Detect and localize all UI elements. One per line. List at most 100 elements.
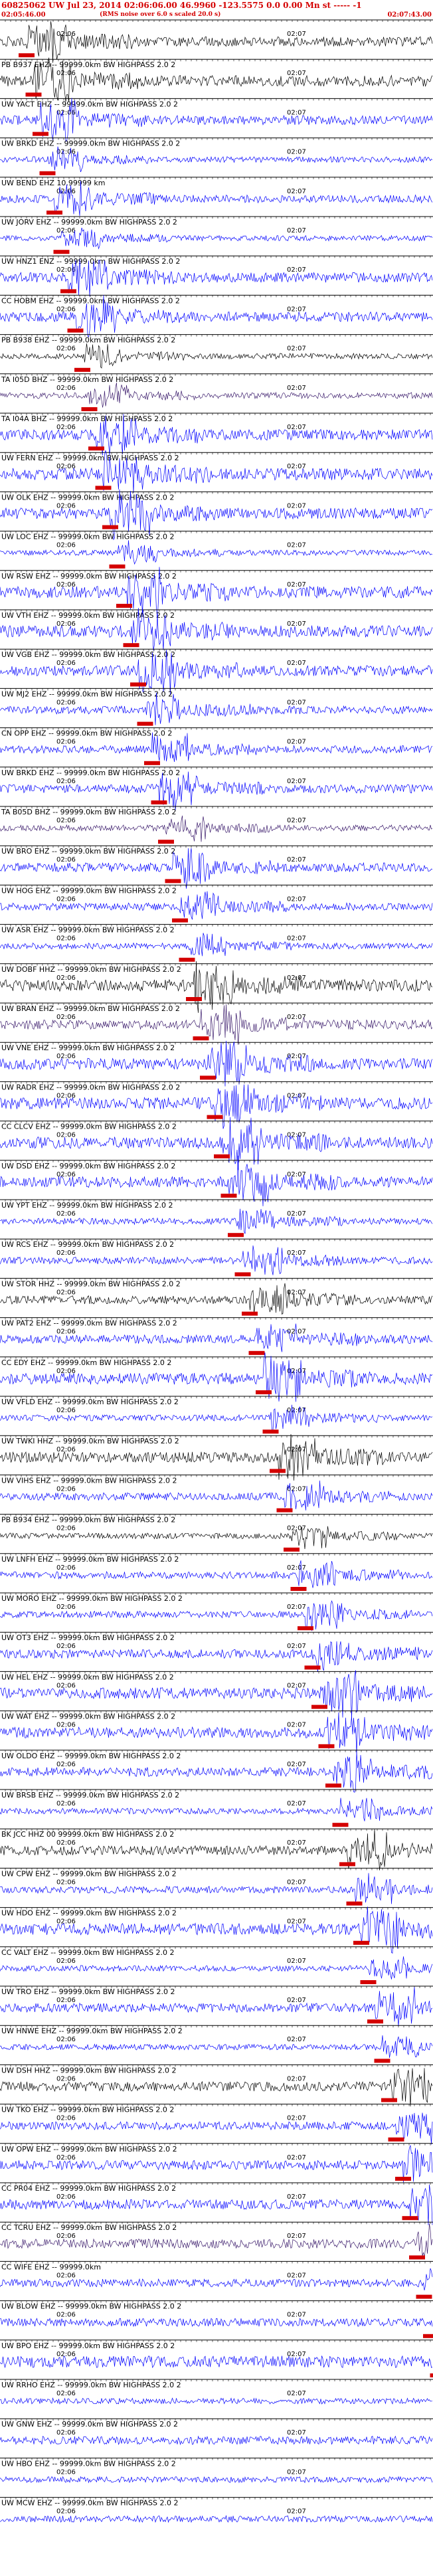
pick-marker	[186, 997, 202, 1001]
station-label: CC CLCV EHZ -- 99999.0km BW HIGHPASS 2.0…	[1, 1123, 177, 1131]
tick-label: 02:06	[56, 1525, 76, 1532]
trace-row: UW VIHS EHZ -- 99999.0km BW HIGHPASS 2.0…	[0, 1474, 433, 1513]
station-label: UW TKO EHZ -- 99999.0km BW HIGHPASS 2.0 …	[1, 2106, 174, 2114]
tick-label: 02:06	[56, 1918, 76, 1926]
tick-label: 02:07	[287, 1249, 306, 1257]
pick-marker	[332, 1823, 349, 1827]
trace-row: UW TWKI HHZ -- 99999.0km BW HIGHPASS 2.0…	[0, 1433, 433, 1481]
station-label: UW MORO EHZ -- 99999.0km BW HIGHPASS 2.0…	[1, 1594, 183, 1603]
tick-label: 02:07	[287, 699, 306, 706]
tick-label: 02:06	[56, 1879, 76, 1886]
pick-marker	[33, 132, 48, 136]
station-label: UW DSD EHZ -- 99999.0km BW HIGHPASS 2.0 …	[1, 1162, 175, 1170]
trace-row: TA B05D BHZ -- 99999.0km BW HIGHPASS 2.0…	[0, 806, 433, 844]
pick-marker	[130, 682, 146, 687]
pick-marker	[172, 918, 188, 923]
pick-marker	[88, 446, 104, 451]
trace-row: UW DSH HHZ -- 99999.0km BW HIGHPASS 2.0 …	[0, 2064, 433, 2107]
waveform	[0, 21, 433, 63]
tick-label: 02:07	[287, 2154, 306, 2162]
trace-row: UW HNZ1 ENZ -- 99999.0km BW HIGHPASS 2.0…	[0, 255, 433, 297]
station-label: UW BEND EHZ 10.99999 km	[1, 179, 105, 187]
tick-label: 02:06	[56, 935, 76, 943]
tick-label: 02:07	[287, 895, 306, 903]
station-label: TA I04A BHZ -- 99999.0km BW HIGHPASS 2.0…	[1, 414, 173, 423]
tick-label: 02:06	[56, 974, 76, 982]
tick-label: 02:06	[56, 345, 76, 353]
trace-row: UW OPW EHZ -- 99999.0km BW HIGHPASS 2.0 …	[0, 2143, 433, 2183]
station-label: TA B05D BHZ -- 99999.0km BW HIGHPASS 2.0…	[1, 808, 177, 816]
tick-label: 02:06	[56, 1368, 76, 1375]
pick-marker	[339, 1862, 355, 1867]
trace-row: UW BRSB EHZ -- 99999.0km BW HIGHPASS 2.0…	[0, 1789, 433, 1827]
trace-row: UW VFLD EHZ -- 99999.0km BW HIGHPASS 2.0…	[0, 1396, 433, 1434]
tick-label: 02:06	[56, 306, 76, 313]
station-label: UW LNFH EHZ -- 99999.0km BW HIGHPASS 2.0…	[1, 1555, 179, 1564]
pick-marker	[311, 1704, 327, 1709]
station-label: UW BRAN EHZ -- 99999.0km BW HIGHPASS 2.0…	[1, 1004, 180, 1013]
station-label: UW DSH HHZ -- 99999.0km BW HIGHPASS 2.0 …	[1, 2066, 176, 2074]
station-label: UW RADR EHZ -- 99999.0km BW HIGHPASS 2.0…	[1, 1083, 180, 1091]
tick-label: 02:07	[287, 2036, 306, 2043]
trace-row: UW STOR HHZ -- 99999.0km BW HIGHPASS 2.0…	[0, 1277, 433, 1316]
tick-label: 02:07	[287, 1446, 306, 1453]
tick-label: 02:07	[287, 149, 306, 156]
pick-marker	[270, 1469, 286, 1473]
pick-marker	[151, 800, 167, 804]
tick-label: 02:07	[287, 1722, 306, 1729]
pick-marker	[256, 1390, 272, 1394]
trace-row: UW PAT2 EHZ -- 99999.0km BW HIGHPASS 2.0…	[0, 1317, 433, 1355]
trace-row: UW VNE EHZ -- 99999.0km BW HIGHPASS 2.0 …	[0, 1040, 433, 1087]
tick-label: 02:07	[287, 581, 306, 589]
trace-row: UW JORV EHZ -- 99999.0km BW HIGHPASS 2.0…	[0, 216, 433, 254]
tick-label: 02:06	[56, 31, 76, 38]
pick-marker	[137, 721, 153, 726]
station-label: UW HNZ1 ENZ -- 99999.0km BW HIGHPASS 2.0…	[1, 257, 180, 266]
tick-label: 02:07	[287, 2193, 306, 2201]
tick-label: 02:06	[56, 699, 76, 706]
tick-label: 02:06	[56, 1407, 76, 1414]
tick-label: 02:06	[56, 1485, 76, 1493]
trace-row: 02:06 02:07	[0, 19, 433, 63]
trace-row: UW OT3 EHZ -- 99999.0km BW HIGHPASS 2.0 …	[0, 1631, 433, 1673]
tick-label: 02:06	[56, 1329, 76, 1336]
station-label: UW BRKD EHZ -- 99999.0km BW HIGHPASS 2.0…	[1, 769, 180, 777]
pick-marker	[298, 1626, 313, 1631]
pick-marker	[165, 879, 181, 883]
station-label: UW ASR EHZ -- 99999.0km BW HIGHPASS 2.0 …	[1, 926, 175, 935]
tick-label: 02:07	[287, 778, 306, 785]
tick-label: 02:06	[56, 70, 76, 77]
seismogram-plot: 02:06 02:07 PB B937 EHZ -- 99999.0km BW HI…	[0, 19, 433, 2524]
trace-row: UW FERN EHZ -- 99999.0km BW HIGHPASS 2.0…	[0, 450, 433, 494]
tick-label: 02:06	[56, 542, 76, 549]
trace-row: UW OLDO EHZ -- 99999.0km BW HIGHPASS 2.0…	[0, 1750, 433, 1793]
pick-marker	[60, 289, 76, 294]
tick-label: 02:06	[56, 2154, 76, 2162]
trace-row: UW HOG EHZ -- 99999.0km BW HIGHPASS 2.0 …	[0, 884, 433, 923]
tick-label: 02:07	[287, 424, 306, 431]
trace-row: CC VALT EHZ -- 99999.0km BW HIGHPASS 2.0…	[0, 1946, 433, 1984]
station-label: CC HOBM EHZ -- 99999.0km BW HIGHPASS 2.0…	[1, 296, 180, 305]
tick-label: 02:06	[56, 2075, 76, 2082]
tick-label: 02:07	[287, 2075, 306, 2082]
trace-row: TA I04A BHZ -- 99999.0km BW HIGHPASS 2.0…	[0, 413, 433, 456]
station-label: UW RSW EHZ -- 99999.0km BW HIGHPASS 2.0 …	[1, 572, 177, 581]
tick-label: 02:07	[287, 345, 306, 353]
tick-label: 02:06	[56, 1682, 76, 1689]
pick-marker	[325, 1784, 341, 1788]
trace-row: UW ASR EHZ -- 99999.0km BW HIGHPASS 2.0 …	[0, 924, 433, 962]
tick-label: 02:07	[287, 70, 306, 77]
pick-marker	[214, 1154, 230, 1158]
tick-label: 02:06	[56, 1564, 76, 1572]
tick-label: 02:07	[287, 188, 306, 195]
station-label: UW YACT EHZ -- 99999.0km BW HIGHPASS 2.0…	[1, 100, 178, 108]
tick-label: 02:07	[287, 1918, 306, 1926]
tick-label: 02:06	[56, 1604, 76, 1611]
pick-marker	[74, 367, 90, 372]
station-label: PB B938 EHZ -- 99999.0km BW HIGHPASS 2.0…	[1, 336, 175, 345]
station-label: UW OLDO EHZ -- 99999.0km BW HIGHPASS 2.0…	[1, 1752, 181, 1760]
trace-row: PB B938 EHZ -- 99999.0km BW HIGHPASS 2.0…	[0, 334, 433, 372]
trace-row: CN OPP EHZ -- 99999.0km BW HIGHPASS 2.0 …	[0, 727, 433, 765]
trace-row: TA I05D BHZ -- 99999.0km BW HIGHPASS 2.0…	[0, 373, 433, 411]
station-label: UW VIHS EHZ -- 99999.0km BW HIGHPASS 2.0…	[1, 1476, 177, 1485]
